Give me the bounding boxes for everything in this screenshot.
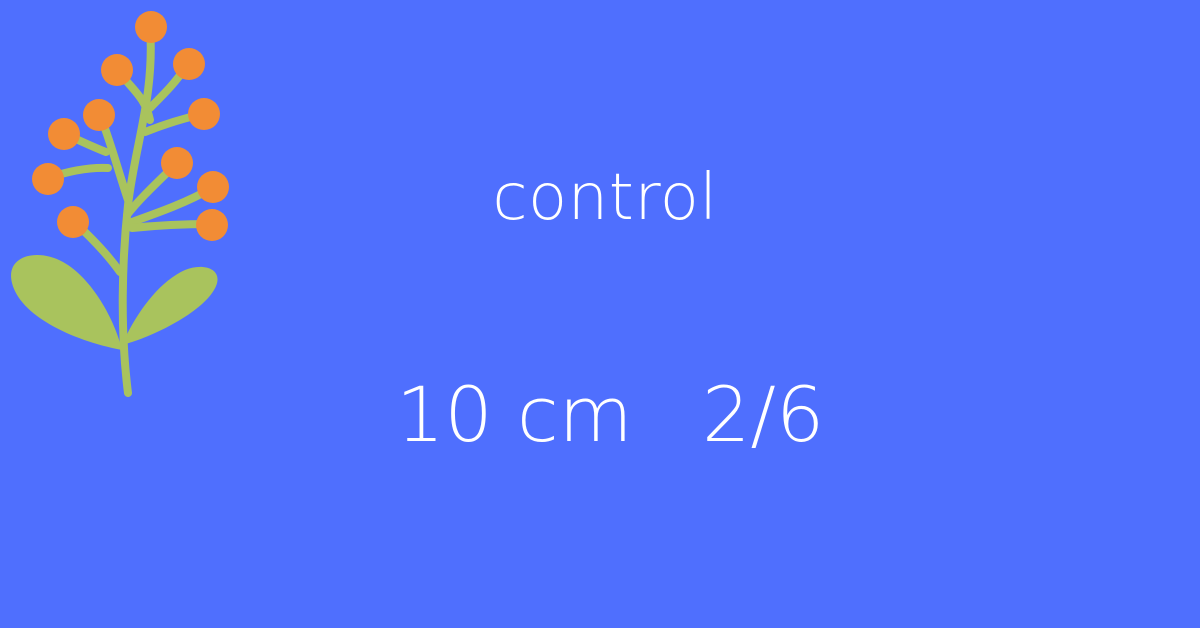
measurement-ratio: 2/6 [702,370,825,459]
berry [161,147,193,179]
berry [32,163,64,195]
berry [48,118,80,150]
berry [57,206,89,238]
berry [196,209,228,241]
berry [83,99,115,131]
berry-branch-icon [11,11,229,397]
measurement-row: 10 cm 2/6 [390,375,850,455]
berry [101,54,133,86]
title-text: control [492,161,718,235]
left-leaf [11,255,123,350]
right-leaf [122,266,218,345]
berry [135,11,167,43]
measurement-size: 10 cm [396,370,633,459]
berry [173,48,205,80]
graphic-card: control 10 cm 2/6 [0,0,1200,628]
berry [197,171,229,203]
berry [188,98,220,130]
